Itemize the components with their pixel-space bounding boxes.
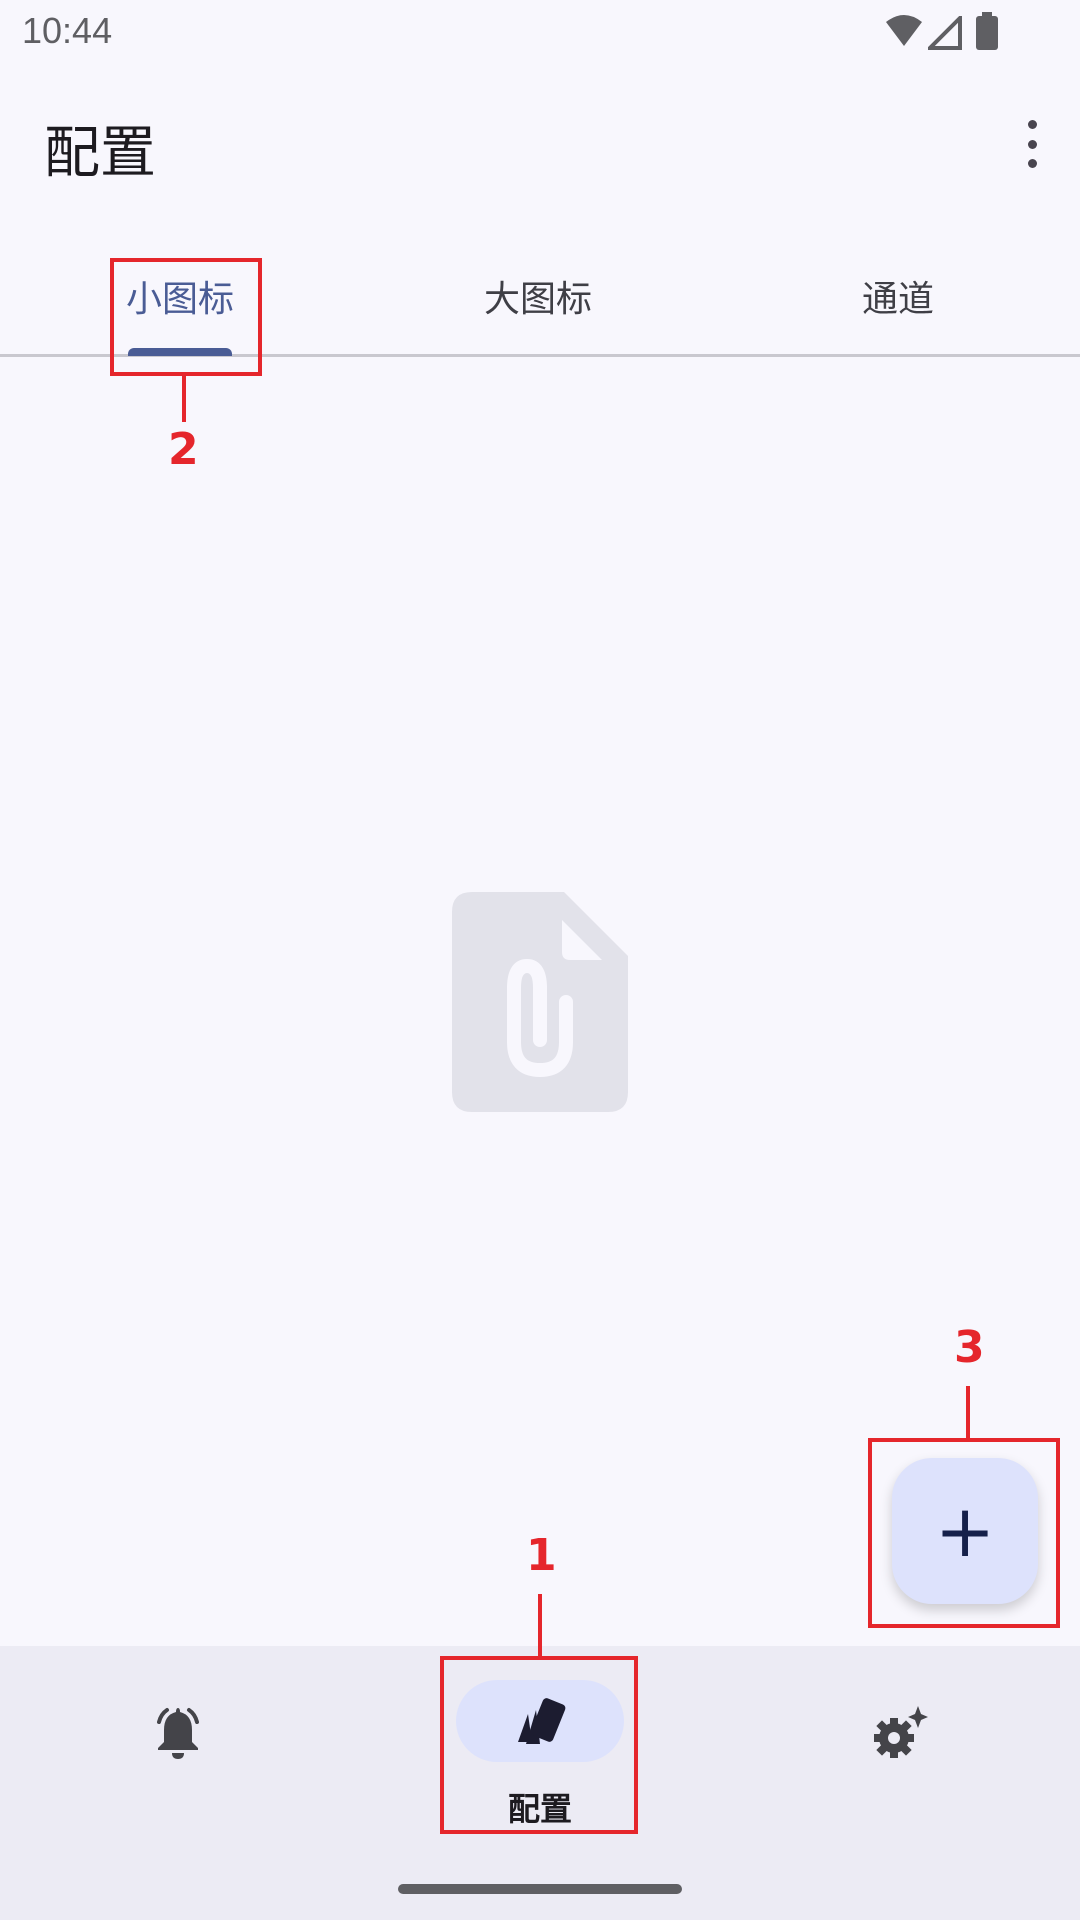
- nav-item-notifications[interactable]: [0, 1646, 360, 1846]
- more-options-button[interactable]: [1014, 120, 1050, 168]
- annotation-box-2: [110, 258, 262, 376]
- gesture-bar: [398, 1884, 682, 1894]
- dot-icon: [1027, 139, 1037, 149]
- status-icons: [884, 12, 1014, 52]
- tab-large-icon[interactable]: 大图标: [484, 270, 592, 322]
- attachment-file-icon: [452, 892, 628, 1112]
- battery-icon: [976, 12, 998, 50]
- annotation-number-2: 2: [168, 424, 199, 475]
- dot-icon: [1027, 159, 1037, 168]
- nav-item-settings[interactable]: [720, 1646, 1080, 1846]
- annotation-number-3: 3: [954, 1322, 985, 1373]
- settings-gear-sparkle-icon: [874, 1706, 928, 1758]
- tab-channel[interactable]: 通道: [862, 270, 934, 322]
- annotation-box-3: [868, 1438, 1060, 1628]
- annotation-line-2: [182, 376, 186, 422]
- dot-icon: [1027, 120, 1037, 129]
- annotation-line-1: [538, 1594, 542, 1656]
- annotation-box-1: [440, 1656, 638, 1834]
- status-time: 10:44: [22, 10, 113, 51]
- cellular-signal-icon: [928, 16, 962, 50]
- wifi-icon: [886, 15, 922, 46]
- bell-icon: [157, 1708, 199, 1759]
- annotation-line-3: [966, 1386, 970, 1438]
- page-title: 配置: [44, 121, 156, 186]
- annotation-number-1: 1: [526, 1530, 557, 1581]
